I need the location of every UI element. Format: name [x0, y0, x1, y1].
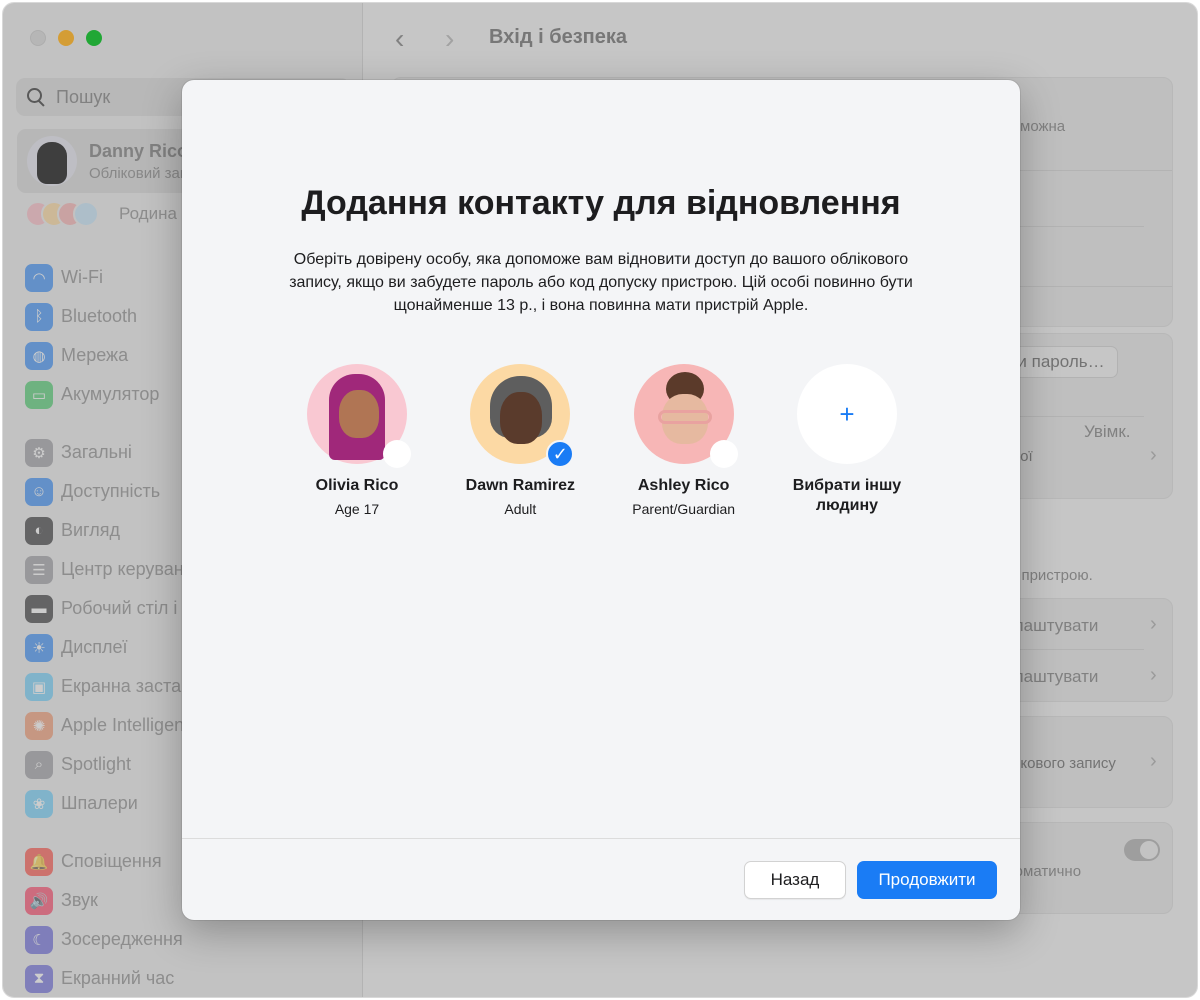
contact-name: Olivia Rico — [315, 477, 399, 494]
memoji-face — [339, 390, 379, 438]
choose-other-person-option[interactable]: + Вибрати іншу людину — [772, 364, 922, 517]
add-person-circle: + — [796, 364, 897, 464]
contact-option[interactable]: Olivia Rico Age 17 — [282, 364, 432, 517]
contact-option[interactable]: ✓ Dawn Ramirez Adult — [445, 364, 595, 517]
contact-role: Age 17 — [334, 501, 380, 517]
contact-role: Parent/Guardian — [632, 501, 736, 517]
contact-avatar — [307, 364, 411, 468]
contact-name: Ashley Rico — [637, 477, 730, 494]
memoji-face — [500, 392, 543, 444]
continue-button[interactable]: Продовжити — [857, 861, 997, 899]
dialog-description: Оберіть довірену особу, яка допоможе вам… — [289, 251, 913, 314]
choose-other-person-label: Вибрати іншу людину — [792, 477, 902, 514]
memoji-glasses — [657, 410, 712, 424]
selection-indicator[interactable] — [709, 440, 738, 468]
footer-divider — [182, 838, 1020, 839]
contact-avatar — [633, 364, 738, 468]
contact-options: Olivia Rico Age 17 ✓ Dawn Ramirez Adult … — [282, 364, 922, 517]
recovery-contact-dialog: Додання контакту для відновлення Оберіть… — [182, 80, 1020, 920]
contact-role: Adult — [504, 501, 537, 517]
selection-indicator[interactable] — [383, 440, 411, 468]
plus-icon: + — [839, 398, 855, 429]
contact-option[interactable]: Ashley Rico Parent/Guardian — [609, 364, 759, 517]
contact-avatar: ✓ — [470, 364, 575, 468]
contact-name: Dawn Ramirez — [465, 477, 576, 494]
dialog-title: Додання контакту для відновлення — [301, 184, 901, 222]
back-button[interactable]: Назад — [744, 861, 846, 899]
selected-checkmark-icon[interactable]: ✓ — [546, 440, 575, 468]
